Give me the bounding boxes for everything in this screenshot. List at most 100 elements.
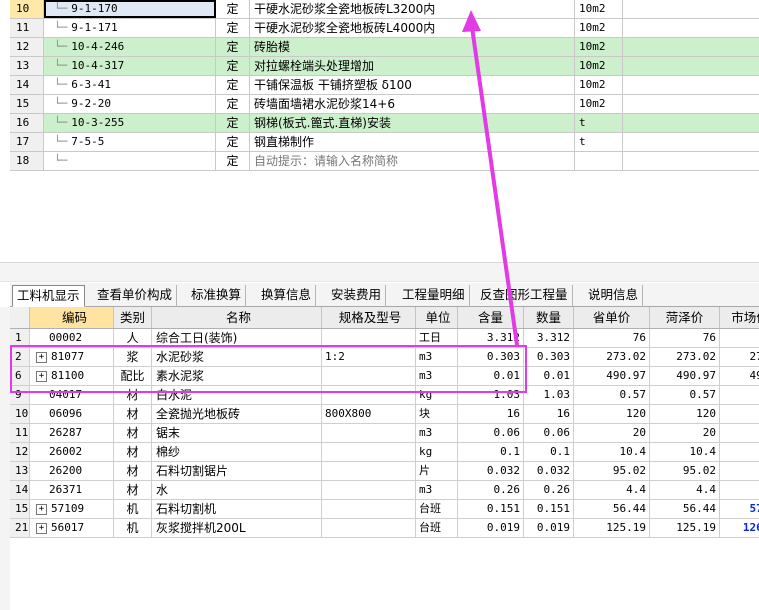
quota-extra-cell[interactable] (623, 114, 759, 132)
quota-row[interactable]: 11 └─ 9-1-171 定干硬水泥砂浆全瓷地板砖L4000内 10m2 (10, 19, 759, 38)
panel-splitter[interactable] (0, 262, 759, 282)
resource-unit[interactable]: 台班 (416, 500, 458, 518)
resource-code-cell[interactable]: 04017 (30, 386, 114, 404)
resource-category[interactable]: 人 (114, 329, 152, 347)
resource-quantity[interactable]: 0.06 (524, 424, 574, 442)
resource-unit[interactable]: 工日 (416, 329, 458, 347)
resource-spec[interactable] (322, 481, 416, 499)
quota-code-cell[interactable]: └─ 7-5-5 (44, 133, 216, 151)
resource-quantity[interactable]: 0.019 (524, 519, 574, 537)
quota-extra-cell[interactable] (623, 95, 759, 113)
resource-unit[interactable]: m3 (416, 424, 458, 442)
resource-row[interactable]: 1006096材全瓷抛光地板砖800X800块16161201201 (10, 405, 759, 424)
resource-name[interactable]: 棉纱 (152, 443, 322, 461)
header-content[interactable]: 含量 (458, 307, 524, 328)
resource-name[interactable]: 综合工日(装饰) (152, 329, 322, 347)
quota-extra-cell[interactable] (623, 0, 759, 18)
resource-unit[interactable]: m3 (416, 348, 458, 366)
resource-code-cell[interactable]: 26002 (30, 443, 114, 461)
resource-category[interactable]: 材 (114, 443, 152, 461)
tab-7[interactable]: 反查图形工程量 (476, 285, 573, 307)
quota-code-cell[interactable]: └─ 10-4-317 (44, 57, 216, 75)
resource-heze-price[interactable]: 490.97 (650, 367, 720, 385)
resource-province-price[interactable]: 273.02 (574, 348, 650, 366)
quota-row[interactable]: 16 └─ 10-3-255 定钢梯(板式.篦式.直梯)安装 t (10, 114, 759, 133)
resource-market-price[interactable]: 273. (720, 348, 759, 366)
quota-unit[interactable]: 10m2 (575, 0, 623, 18)
resource-province-price[interactable]: 56.44 (574, 500, 650, 518)
resource-quantity[interactable]: 0.01 (524, 367, 574, 385)
resource-name[interactable]: 水泥砂浆 (152, 348, 322, 366)
resource-name[interactable]: 白水泥 (152, 386, 322, 404)
quota-unit[interactable]: 10m2 (575, 19, 623, 37)
quota-type[interactable]: 定 (216, 0, 250, 18)
resource-market-price[interactable]: 1 (720, 405, 759, 423)
quota-extra-cell[interactable] (623, 19, 759, 37)
resource-content[interactable]: 0.06 (458, 424, 524, 442)
resource-province-price[interactable]: 10.4 (574, 443, 650, 461)
resource-content[interactable]: 0.019 (458, 519, 524, 537)
resource-code-cell[interactable]: 06096 (30, 405, 114, 423)
resource-row[interactable]: 2 +81077 浆水泥砂浆 1:2 m3 0.303 0.303 273.02 273.02 2… (10, 348, 759, 367)
quota-unit[interactable]: 10m2 (575, 57, 623, 75)
resource-heze-price[interactable]: 76 (650, 329, 720, 347)
resource-heze-price[interactable]: 125.19 (650, 519, 720, 537)
quota-extra-cell[interactable] (623, 152, 759, 170)
quota-code-cell[interactable]: └─ 10-4-246 (44, 38, 216, 56)
resource-code-cell[interactable]: +56017 (30, 519, 114, 537)
resource-code-cell[interactable]: 26200 (30, 462, 114, 480)
resource-row[interactable]: 904017材白水泥kg1.031.030.570.570. (10, 386, 759, 405)
quota-code-cell[interactable]: └─ 6-3-41 (44, 76, 216, 94)
resource-content[interactable]: 3.312 (458, 329, 524, 347)
resource-heze-price[interactable]: 120 (650, 405, 720, 423)
quota-unit[interactable]: 10m2 (575, 38, 623, 56)
header-province-price[interactable]: 省单价 (574, 307, 650, 328)
resource-content[interactable]: 0.26 (458, 481, 524, 499)
header-category[interactable]: 类别 (114, 307, 152, 328)
resource-code-cell[interactable]: +81077 (30, 348, 114, 366)
resource-province-price[interactable]: 125.19 (574, 519, 650, 537)
expand-plus-icon[interactable]: + (36, 522, 47, 534)
resource-name[interactable]: 锯末 (152, 424, 322, 442)
expand-plus-icon[interactable]: + (36, 370, 47, 382)
quota-type[interactable]: 定 (216, 95, 250, 113)
header-name[interactable]: 名称 (152, 307, 322, 328)
resource-unit[interactable]: 台班 (416, 519, 458, 537)
resource-content[interactable]: 1.03 (458, 386, 524, 404)
quota-row[interactable]: 17 └─ 7-5-5 定钢直梯制作 t (10, 133, 759, 152)
quota-code-cell[interactable]: └─ 9-1-171 (44, 19, 216, 37)
quota-code-cell[interactable]: └─ 9-1-170 (44, 0, 216, 18)
header-market-price[interactable]: 市场价 (720, 307, 759, 328)
resource-name[interactable]: 素水泥浆 (152, 367, 322, 385)
resource-market-price[interactable]: 0. (720, 386, 759, 404)
resource-row[interactable]: 6+81100配比素水泥浆m30.010.01490.97490.97490. (10, 367, 759, 386)
resource-category[interactable]: 机 (114, 500, 152, 518)
quota-name[interactable]: 干硬水泥砂浆全瓷地板砖L4000内 (250, 19, 575, 37)
resource-row[interactable]: 11 26287 材锯末 m3 0.06 0.06 20 20 (10, 424, 759, 443)
resource-content[interactable]: 0.303 (458, 348, 524, 366)
resource-row[interactable]: 1 00002 人综合工日(装饰) 工日 3.312 3.312 76 76 (10, 329, 759, 348)
resource-category[interactable]: 配比 (114, 367, 152, 385)
resource-market-price[interactable]: 57.7 (720, 500, 759, 518)
resource-category[interactable]: 浆 (114, 348, 152, 366)
quota-name[interactable]: 对拉螺栓端头处理增加 (250, 57, 575, 75)
resource-content[interactable]: 0.151 (458, 500, 524, 518)
resource-spec[interactable] (322, 519, 416, 537)
resource-code-cell[interactable]: 26371 (30, 481, 114, 499)
quota-type[interactable]: 定 (216, 38, 250, 56)
tab-5[interactable]: 安装费用 (327, 285, 387, 307)
resource-row[interactable]: 1426371材水m30.260.264.44.44 (10, 481, 759, 500)
resource-quantity[interactable]: 3.312 (524, 329, 574, 347)
quota-code-cell[interactable]: └─ 9-2-20 (44, 95, 216, 113)
quota-type[interactable]: 定 (216, 19, 250, 37)
resource-row[interactable]: 1326200材石料切割锯片片0.0320.03295.0295.0295 (10, 462, 759, 481)
quota-row[interactable]: 18 └─ 定自动提示：请输入名称简称 (10, 152, 759, 171)
resource-row[interactable]: 1226002材棉纱kg0.10.110.410.410 (10, 443, 759, 462)
resource-market-price[interactable]: 126.0 (720, 519, 759, 537)
header-unit[interactable]: 单位 (416, 307, 458, 328)
resource-spec[interactable] (322, 500, 416, 518)
expand-plus-icon[interactable]: + (36, 351, 47, 363)
resource-name[interactable]: 灰浆搅拌机200L (152, 519, 322, 537)
resource-content[interactable]: 0.1 (458, 443, 524, 461)
header-code[interactable]: 编码 (30, 307, 114, 328)
